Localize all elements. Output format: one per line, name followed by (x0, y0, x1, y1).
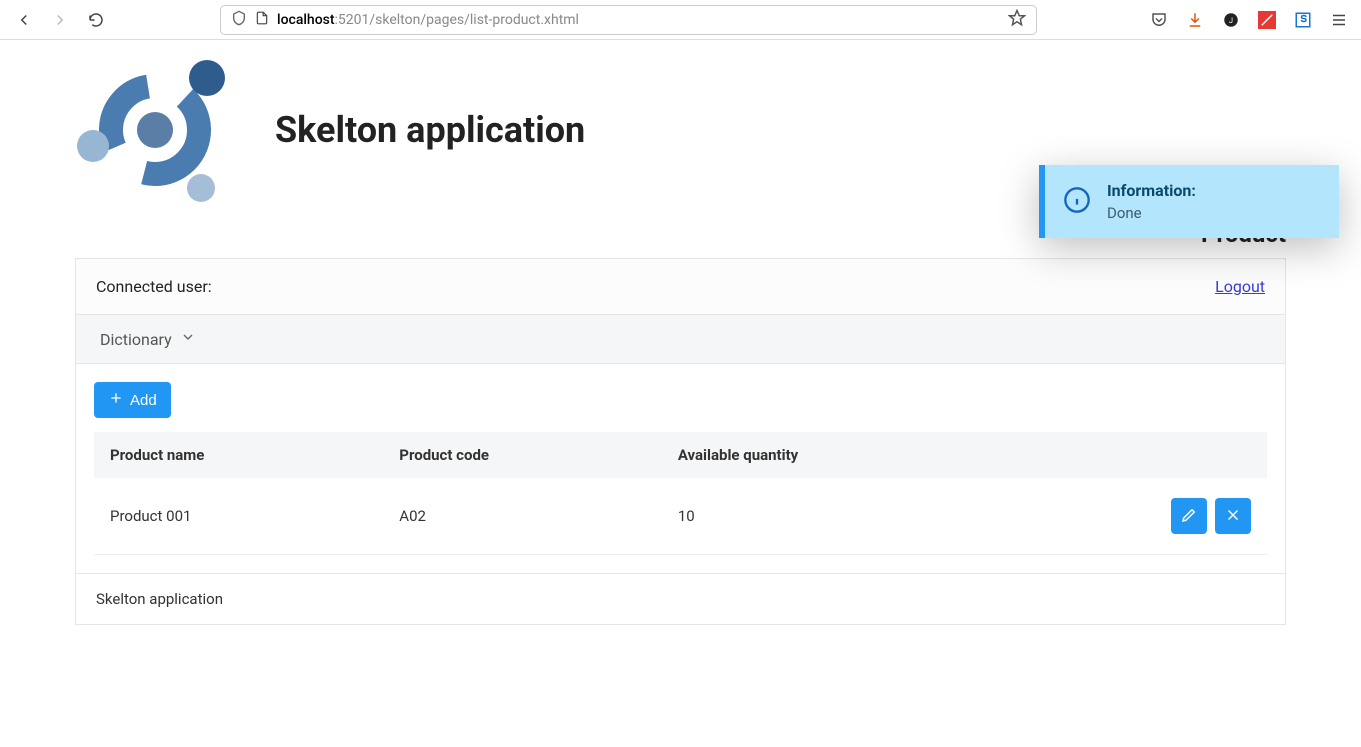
url-path: :5201/skelton/pages/list-product.xhtml (335, 12, 579, 28)
logout-link[interactable]: Logout (1215, 277, 1265, 296)
app-logo (75, 50, 235, 210)
table-row: Product 001 A02 10 (94, 478, 1267, 555)
browser-toolbar: localhost:5201/skelton/pages/list-produc… (0, 0, 1361, 40)
close-icon (1224, 506, 1242, 527)
extension-s-icon[interactable] (1293, 10, 1313, 30)
forward-button[interactable] (48, 8, 72, 32)
pencil-icon (1180, 506, 1198, 527)
add-button[interactable]: Add (94, 382, 171, 418)
edit-button[interactable] (1171, 498, 1207, 534)
user-bar: Connected user: Logout (76, 259, 1285, 314)
url-bar[interactable]: localhost:5201/skelton/pages/list-produc… (220, 5, 1037, 35)
hamburger-menu-icon[interactable] (1329, 10, 1349, 30)
toast-title: Information: (1107, 181, 1196, 200)
col-code: Product code (383, 432, 662, 478)
url-host: localhost (277, 12, 335, 28)
browser-right-icons: J (1149, 10, 1349, 30)
reload-button[interactable] (84, 8, 108, 32)
cell-code: A02 (383, 478, 662, 555)
footer: Skelton application (76, 573, 1285, 624)
delete-button[interactable] (1215, 498, 1251, 534)
pocket-icon[interactable] (1149, 10, 1169, 30)
plus-icon (108, 390, 124, 410)
dictionary-menu[interactable]: Dictionary (100, 330, 172, 349)
download-icon[interactable] (1185, 10, 1205, 30)
page-icon (255, 10, 269, 29)
cell-qty: 10 (662, 478, 1011, 555)
col-actions (1011, 432, 1267, 478)
chevron-down-icon[interactable] (180, 329, 196, 349)
account-icon[interactable]: J (1221, 10, 1241, 30)
toast-info: Information: Done (1039, 165, 1339, 238)
connected-user-label: Connected user: (96, 277, 212, 296)
svg-text:J: J (1229, 16, 1233, 25)
add-button-label: Add (130, 392, 157, 409)
main-panel: Connected user: Logout Dictionary Add Pr… (75, 258, 1286, 625)
content-area: Add Product name Product code Available … (76, 364, 1285, 573)
info-icon (1063, 186, 1091, 218)
url-text: localhost:5201/skelton/pages/list-produc… (277, 12, 1000, 28)
col-name: Product name (94, 432, 383, 478)
page-content: Skelton application Product Connected us… (0, 40, 1361, 665)
toast-body: Done (1107, 204, 1196, 222)
shield-icon (231, 10, 247, 30)
extension-red-icon[interactable] (1257, 10, 1277, 30)
product-table: Product name Product code Available quan… (94, 432, 1267, 555)
bookmark-star-icon[interactable] (1008, 9, 1026, 31)
back-button[interactable] (12, 8, 36, 32)
menubar: Dictionary (76, 314, 1285, 364)
app-title: Skelton application (275, 109, 585, 151)
cell-name: Product 001 (94, 478, 383, 555)
col-qty: Available quantity (662, 432, 1011, 478)
